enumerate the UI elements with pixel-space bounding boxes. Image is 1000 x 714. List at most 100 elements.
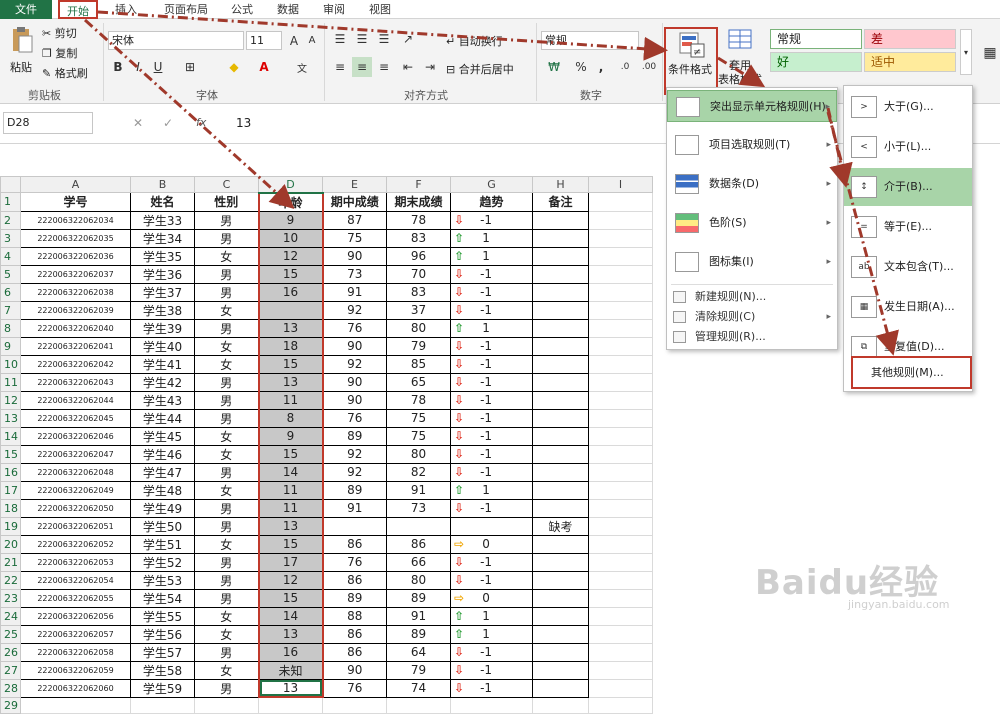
sex-cell[interactable]: 女	[194, 336, 259, 356]
empty-cell[interactable]	[588, 660, 653, 680]
empty-cell[interactable]	[258, 696, 323, 714]
row-header[interactable]: 3	[0, 228, 21, 248]
percent-icon[interactable]: %	[572, 57, 590, 77]
trend-cell[interactable]: ⇨ 0	[450, 534, 533, 554]
name-cell[interactable]: 学生55	[130, 606, 195, 626]
submenu-item-less[interactable]: < 小于(L)...	[844, 128, 972, 166]
student-id-cell[interactable]: 222006322062043	[20, 372, 131, 392]
row-header[interactable]: 10	[0, 354, 21, 374]
empty-cell[interactable]	[588, 570, 653, 590]
sex-cell[interactable]: 男	[194, 642, 259, 662]
row-header[interactable]: 22	[0, 570, 21, 590]
name-cell[interactable]: 学生42	[130, 372, 195, 392]
midterm-cell[interactable]: 76	[322, 678, 387, 698]
empty-cell[interactable]	[588, 642, 653, 662]
note-cell[interactable]	[532, 228, 589, 248]
borders-icon[interactable]: ⊞	[178, 57, 202, 77]
empty-cell[interactable]	[588, 264, 653, 284]
final-cell[interactable]: 89	[386, 588, 451, 608]
final-cell[interactable]: 65	[386, 372, 451, 392]
trend-cell[interactable]: ⇩ -1	[450, 570, 533, 590]
trend-cell[interactable]	[450, 516, 533, 536]
row-header[interactable]: 11	[0, 372, 21, 392]
student-id-cell[interactable]: 222006322062045	[20, 408, 131, 428]
name-cell[interactable]: 学生34	[130, 228, 195, 248]
final-cell[interactable]: 80	[386, 318, 451, 338]
trend-cell[interactable]: ⇧ 1	[450, 624, 533, 644]
indent-increase-icon[interactable]: ⇥	[420, 57, 440, 77]
name-cell[interactable]: 学生39	[130, 318, 195, 338]
name-cell[interactable]: 学生50	[130, 516, 195, 536]
midterm-cell[interactable]: 89	[322, 426, 387, 446]
trend-cell[interactable]: ⇨ 0	[450, 588, 533, 608]
submenu-item-date-occurring[interactable]: ▦ 发生日期(A)...	[844, 288, 972, 326]
midterm-cell[interactable]: 89	[322, 588, 387, 608]
row-header[interactable]: 26	[0, 642, 21, 662]
sex-cell[interactable]: 男	[194, 516, 259, 536]
empty-cell[interactable]	[588, 318, 653, 338]
note-cell[interactable]	[532, 390, 589, 410]
note-cell[interactable]	[532, 246, 589, 266]
midterm-cell[interactable]: 92	[322, 300, 387, 320]
trend-cell[interactable]: ⇧ 1	[450, 606, 533, 626]
name-cell[interactable]: 学生59	[130, 678, 195, 698]
final-cell[interactable]: 75	[386, 426, 451, 446]
midterm-cell[interactable]: 90	[322, 660, 387, 680]
trend-cell[interactable]: ⇧ 1	[450, 246, 533, 266]
age-cell[interactable]: 15	[257, 588, 324, 608]
final-cell[interactable]: 78	[386, 390, 451, 410]
menu-item-new-rule[interactable]: 新建规则(N)...	[667, 287, 837, 307]
student-id-cell[interactable]: 222006322062055	[20, 588, 131, 608]
name-cell[interactable]: 学生43	[130, 390, 195, 410]
tab-formulas[interactable]: 公式	[224, 0, 260, 19]
trend-cell[interactable]: ⇩ -1	[450, 642, 533, 662]
student-id-cell[interactable]: 222006322062053	[20, 552, 131, 572]
age-cell[interactable]: 10	[257, 228, 324, 248]
row-header[interactable]: 17	[0, 480, 21, 500]
empty-cell[interactable]	[386, 696, 451, 714]
student-id-cell[interactable]: 222006322062059	[20, 660, 131, 680]
name-cell[interactable]: 学生51	[130, 534, 195, 554]
student-id-cell[interactable]: 222006322062049	[20, 480, 131, 500]
midterm-cell[interactable]: 90	[322, 336, 387, 356]
name-cell[interactable]: 学生38	[130, 300, 195, 320]
final-cell[interactable]: 91	[386, 480, 451, 500]
student-id-cell[interactable]: 222006322062056	[20, 606, 131, 626]
final-cell[interactable]: 79	[386, 660, 451, 680]
age-cell[interactable]: 9	[257, 210, 324, 230]
style-neutral[interactable]: 适中	[864, 52, 956, 72]
name-cell[interactable]: 学生57	[130, 642, 195, 662]
empty-cell[interactable]	[588, 372, 653, 392]
sex-cell[interactable]: 男	[194, 264, 259, 284]
note-cell[interactable]	[532, 336, 589, 356]
name-box[interactable]: D28	[3, 112, 93, 134]
age-cell[interactable]: 12	[257, 246, 324, 266]
bold-icon[interactable]: B	[110, 57, 126, 77]
note-cell[interactable]	[532, 282, 589, 302]
empty-cell[interactable]	[588, 246, 653, 266]
note-cell[interactable]: 缺考	[532, 516, 589, 536]
name-cell[interactable]: 学生45	[130, 426, 195, 446]
final-cell[interactable]: 79	[386, 336, 451, 356]
tab-page-layout[interactable]: 页面布局	[158, 0, 214, 19]
midterm-cell[interactable]: 86	[322, 642, 387, 662]
sex-cell[interactable]: 男	[194, 228, 259, 248]
age-cell[interactable]	[257, 300, 324, 320]
note-cell[interactable]	[532, 552, 589, 572]
row-header[interactable]: 8	[0, 318, 21, 338]
age-cell[interactable]: 16	[257, 282, 324, 302]
decrease-decimal-icon[interactable]: .00	[638, 57, 660, 77]
font-size-select[interactable]: 11	[246, 31, 282, 50]
midterm-cell[interactable]: 86	[322, 570, 387, 590]
note-cell[interactable]	[532, 642, 589, 662]
sex-cell[interactable]: 男	[194, 588, 259, 608]
sex-cell[interactable]: 男	[194, 678, 259, 698]
insert-cells-icon[interactable]: ▦	[980, 33, 1000, 73]
student-id-cell[interactable]: 222006322062052	[20, 534, 131, 554]
insert-function-icon[interactable]: fx	[196, 116, 206, 129]
tab-review[interactable]: 审阅	[316, 0, 352, 19]
empty-cell[interactable]	[588, 696, 653, 714]
final-cell[interactable]: 86	[386, 534, 451, 554]
midterm-cell[interactable]: 86	[322, 534, 387, 554]
midterm-cell[interactable]: 76	[322, 318, 387, 338]
